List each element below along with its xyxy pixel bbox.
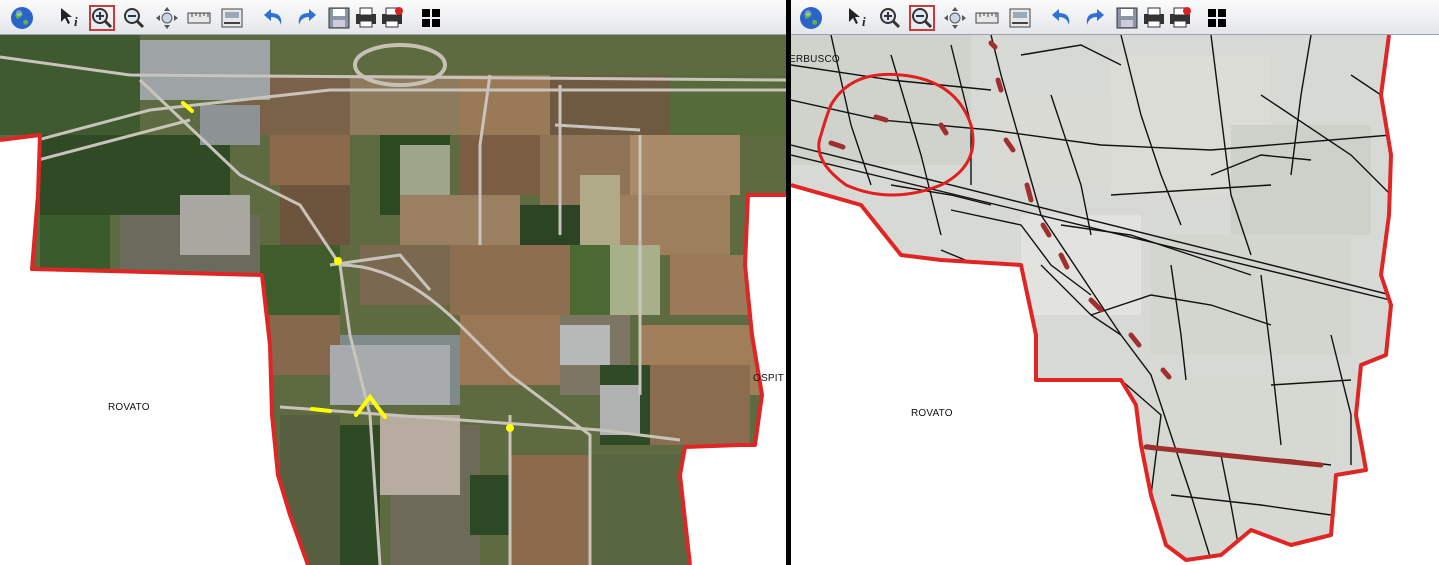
- measure-icon[interactable]: [974, 5, 1000, 31]
- rovato-label: ROVATO: [911, 408, 953, 419]
- zoom-out-icon[interactable]: [121, 5, 147, 31]
- layers-grid-icon[interactable]: [418, 5, 444, 31]
- right-map-pane: i ERBUSCO ROVATO: [791, 0, 1439, 565]
- globe-icon[interactable]: [798, 5, 824, 31]
- pan-icon[interactable]: [154, 5, 180, 31]
- identify-icon[interactable]: i: [57, 5, 83, 31]
- left-map-toolbar: i: [0, 0, 786, 35]
- globe-icon[interactable]: [9, 5, 35, 31]
- svg-text:i: i: [74, 14, 78, 29]
- identify-icon[interactable]: i: [845, 5, 871, 31]
- ospit-label: OSPIT: [753, 373, 785, 384]
- redo-icon[interactable]: [293, 5, 319, 31]
- redo-icon[interactable]: [1081, 5, 1107, 31]
- zoom-in-icon[interactable]: [89, 5, 115, 31]
- print-pdf-icon[interactable]: [1167, 5, 1193, 31]
- svg-text:i: i: [862, 14, 866, 29]
- pan-icon[interactable]: [942, 5, 968, 31]
- scale-icon[interactable]: [1007, 5, 1033, 31]
- zoom-out-icon[interactable]: [909, 5, 935, 31]
- print-pdf-icon[interactable]: [379, 5, 405, 31]
- erbusco-label: ERBUSCO: [791, 54, 840, 65]
- undo-icon[interactable]: [1049, 5, 1075, 31]
- measure-icon[interactable]: [186, 5, 212, 31]
- left-map-pane: i ROVATO OSPIT: [0, 0, 786, 565]
- scale-icon[interactable]: [219, 5, 245, 31]
- print-icon[interactable]: [353, 5, 379, 31]
- save-icon[interactable]: [1114, 5, 1140, 31]
- satellite-map-canvas[interactable]: ROVATO OSPIT: [0, 35, 786, 565]
- rovato-label: ROVATO: [108, 402, 150, 413]
- road-network-map-canvas[interactable]: ERBUSCO ROVATO: [791, 35, 1439, 565]
- print-icon[interactable]: [1141, 5, 1167, 31]
- right-map-toolbar: i: [791, 0, 1439, 35]
- save-icon[interactable]: [326, 5, 352, 31]
- zoom-in-icon[interactable]: [877, 5, 903, 31]
- layers-grid-icon[interactable]: [1204, 5, 1230, 31]
- undo-icon[interactable]: [261, 5, 287, 31]
